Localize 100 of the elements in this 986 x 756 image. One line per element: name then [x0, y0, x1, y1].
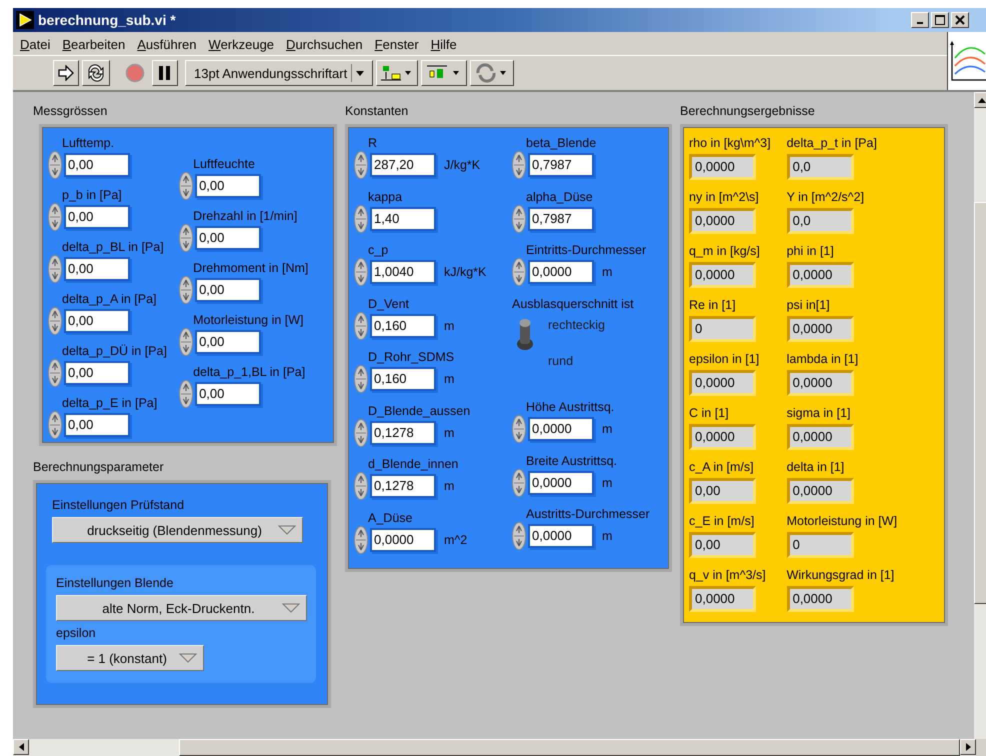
indicator-field: 0,00: [689, 532, 756, 558]
indicator-field: 0,0: [786, 154, 854, 180]
number-field[interactable]: 0,00: [195, 382, 262, 406]
field-label: phi in [1]: [786, 243, 835, 259]
field-label: p_b in [Pa]: [61, 187, 123, 203]
number-field[interactable]: 0,00: [64, 205, 130, 229]
number-field[interactable]: 0,00: [195, 330, 262, 354]
number-field[interactable]: 0,0000: [528, 470, 594, 494]
unit-label: m: [444, 318, 454, 332]
number-field[interactable]: 0,0000: [370, 528, 436, 552]
field-label: delta_p_BL in [Pa]: [61, 239, 165, 255]
indicator-field: 0,0000: [689, 424, 756, 450]
field-label: Drehzahl in [1/min]: [192, 208, 298, 224]
field-label: C in [1]: [689, 405, 730, 421]
indicator-field: 0,0000: [689, 370, 756, 396]
section-title: Konstanten: [345, 104, 410, 119]
unit-label: m: [602, 529, 612, 543]
indicator-field: 0,0000: [689, 154, 756, 180]
field-label: beta_Blende: [525, 135, 598, 151]
unit-label: m: [602, 476, 612, 490]
number-field[interactable]: 0,0000: [528, 260, 594, 284]
number-field[interactable]: 0,00: [195, 278, 262, 302]
field-label: Lufttemp.: [61, 135, 116, 151]
unit-label: m: [602, 265, 612, 279]
dropdown[interactable]: alte Norm, Eck-Druckentn.: [56, 595, 307, 621]
field-label: alpha_Düse: [525, 188, 594, 204]
field-label: D_Rohr_SDMS: [367, 349, 456, 365]
indicator-field: 0,0000: [786, 478, 854, 504]
number-field[interactable]: 0,160: [370, 367, 436, 391]
indicator-field: 0,0000: [689, 586, 756, 612]
field-label: c_p: [367, 242, 390, 258]
number-field[interactable]: 287,20: [370, 153, 436, 177]
number-field[interactable]: 1,40: [370, 206, 436, 230]
number-field[interactable]: 0,00: [64, 361, 130, 385]
menu-item[interactable]: Datei: [15, 36, 56, 53]
indicator-field: 0,0000: [786, 262, 854, 288]
number-field[interactable]: 0,00: [195, 174, 262, 198]
field-label: A_Düse: [367, 510, 414, 526]
number-field[interactable]: 1,0040: [370, 260, 436, 284]
number-field[interactable]: 0,7987: [528, 153, 594, 177]
unit-label: m: [444, 426, 454, 440]
indicator-field: 0: [689, 316, 756, 342]
menu-item[interactable]: Hilfe: [426, 36, 462, 53]
number-field[interactable]: 0,00: [195, 226, 262, 250]
field-label: sigma in [1]: [786, 405, 852, 421]
field-label: Breite Austrittsq.: [525, 452, 618, 468]
menu-item[interactable]: Bearbeiten: [57, 36, 130, 53]
number-field[interactable]: 0,160: [370, 314, 436, 338]
unit-label: m: [444, 479, 454, 493]
number-field[interactable]: 0,1278: [370, 420, 436, 444]
field-label: delta_p_t in [Pa]: [786, 135, 878, 151]
menu-item[interactable]: Werkzeuge: [204, 36, 280, 53]
field-label: epsilon in [1]: [689, 351, 760, 367]
field-label: R: [367, 135, 378, 151]
field-label: Re in [1]: [689, 297, 737, 313]
font-dropdown[interactable]: 13pt Anwendungsschriftart: [185, 60, 374, 86]
indicator-field: 0,0000: [786, 316, 854, 342]
window-title: berechnung_sub.vi *: [38, 12, 177, 28]
switch-option-label: rechteckig: [548, 318, 605, 332]
field-label: c_E in [m/s]: [689, 513, 756, 529]
field-label: kappa: [367, 188, 404, 204]
field-label: lambda in [1]: [786, 351, 860, 367]
unit-label: m: [602, 422, 612, 436]
number-field[interactable]: 0,1278: [370, 474, 436, 498]
field-label: ny in [m^2\s]: [689, 189, 760, 205]
field-label: Einstellungen Prüfstand: [52, 497, 186, 513]
number-field[interactable]: 0,0000: [528, 524, 594, 548]
dropdown[interactable]: druckseitig (Blendenmessung): [52, 517, 303, 543]
number-field[interactable]: 0,7987: [528, 206, 594, 230]
indicator-field: 0,0000: [786, 424, 854, 450]
field-label: c_A in [m/s]: [689, 459, 755, 475]
unit-label: kJ/kg*K: [444, 265, 486, 279]
field-label: Eintritts-Durchmesser: [525, 242, 648, 258]
section-title: Berechnungsparameter: [33, 460, 165, 475]
field-label: Austritts-Durchmesser: [525, 506, 651, 522]
field-label: D_Vent: [367, 296, 410, 312]
field-label: delta_p_DÜ in [Pa]: [61, 343, 168, 359]
menu-item[interactable]: Durchsuchen: [281, 36, 368, 53]
field-label: Motorleistung in [W]: [192, 312, 305, 328]
unit-label: J/kg*K: [444, 158, 480, 172]
number-field[interactable]: 0,0000: [528, 417, 594, 441]
field-label: Y in [m^2/s^2]: [786, 189, 866, 205]
number-field[interactable]: 0,00: [64, 257, 130, 281]
indicator-field: 0,00: [689, 478, 756, 504]
field-label: delta in [1]: [786, 459, 846, 475]
field-label: q_m in [kg/s]: [689, 243, 761, 259]
menu-item[interactable]: Ausführen: [132, 36, 202, 53]
field-label: Drehmoment in [Nm]: [192, 260, 310, 276]
field-label: psi in[1]: [786, 297, 831, 313]
dropdown[interactable]: = 1 (konstant): [56, 645, 204, 671]
field-label: delta_p_E in [Pa]: [61, 395, 158, 411]
number-field[interactable]: 0,00: [64, 413, 130, 437]
field-label: D_Blende_aussen: [367, 402, 472, 418]
section-title: Berechnungsergebnisse: [680, 104, 816, 119]
number-field[interactable]: 0,00: [64, 153, 130, 177]
menu-item[interactable]: Fenster: [370, 36, 424, 53]
number-field[interactable]: 0,00: [64, 309, 130, 333]
field-label: q_v in [m^3/s]: [689, 567, 767, 583]
field-label: Motorleistung in [W]: [786, 513, 898, 529]
switch-option-label: rund: [548, 354, 574, 368]
